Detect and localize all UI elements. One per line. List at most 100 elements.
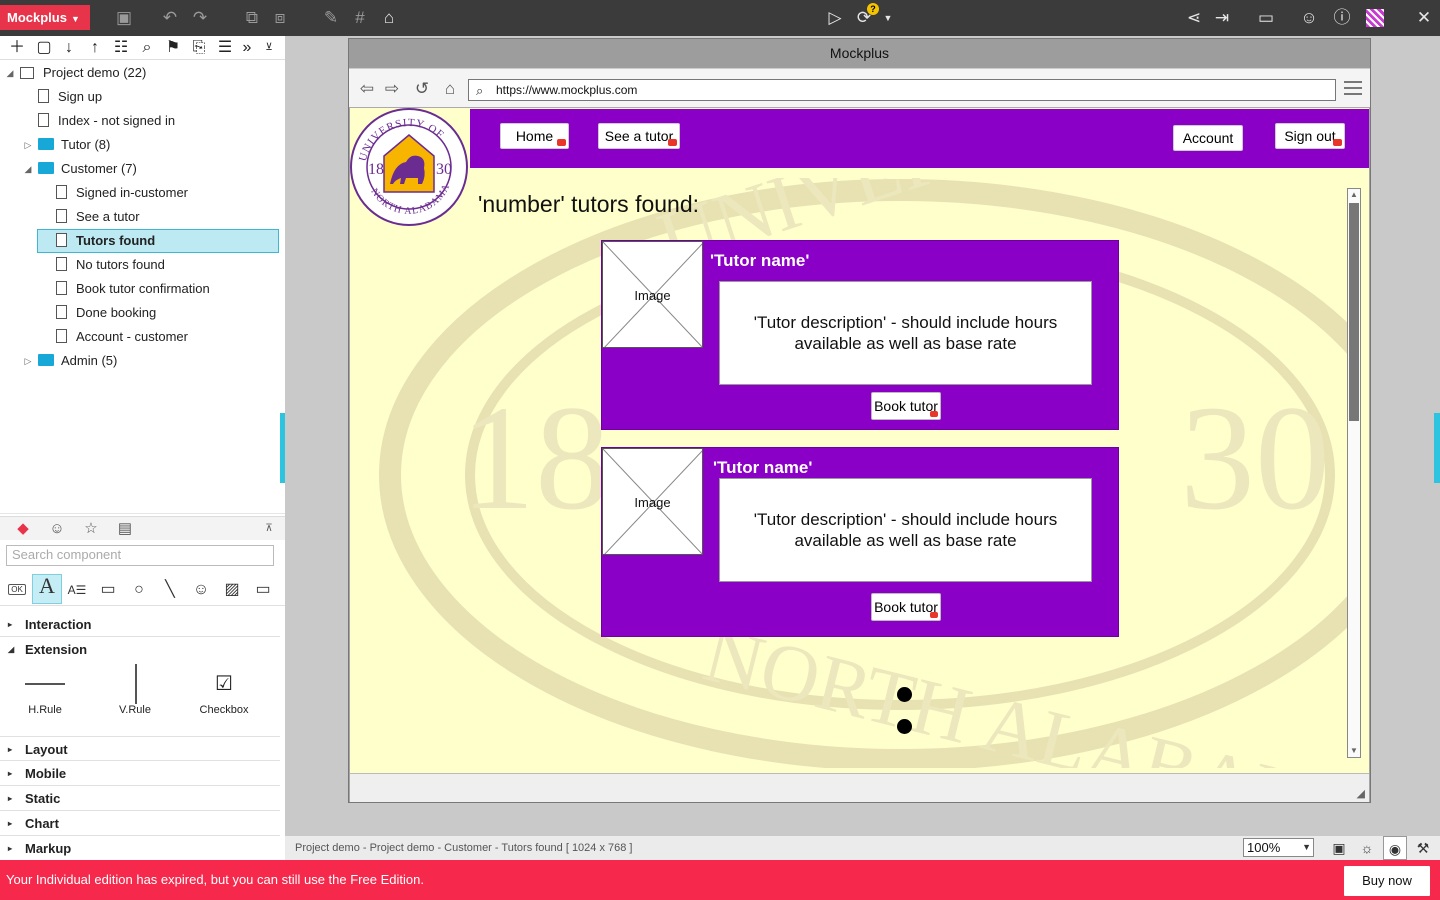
checkbox-component[interactable]: ☑ Checkbox (194, 664, 254, 716)
scroll-up-icon[interactable]: ▲ (1349, 190, 1359, 200)
sign-out-button[interactable]: Sign out (1275, 123, 1345, 149)
tree-item-book-confirm[interactable]: Book tutor confirmation (56, 278, 210, 300)
add-folder-icon[interactable]: ▢ (33, 38, 55, 58)
brightness-icon[interactable]: ☼ (1355, 836, 1379, 860)
user-icon[interactable]: ☺ (1297, 6, 1321, 30)
flag-icon[interactable]: ⚑ (162, 38, 184, 58)
sitemap-icon[interactable]: ☷ (110, 38, 132, 58)
tree-item-sign-up[interactable]: Sign up (38, 86, 102, 108)
see-tutor-button[interactable]: See a tutor (598, 123, 680, 149)
preview-eye-icon[interactable]: ◉ (1383, 836, 1407, 860)
link-flag-icon (1333, 139, 1342, 146)
tree-item-tutor[interactable]: ▷ Tutor (8) (25, 134, 111, 156)
component-search-input[interactable]: Search component (6, 545, 274, 566)
forward-icon[interactable]: ⇨ (382, 79, 402, 99)
button-shape-icon[interactable]: OK (4, 578, 30, 602)
help-icon[interactable]: ⓘ (1330, 6, 1354, 30)
qr-icon[interactable] (1366, 9, 1384, 27)
fill-icon[interactable]: ⌂ (377, 6, 401, 30)
share-icon[interactable]: ⋖ (1182, 6, 1206, 30)
more-icon[interactable]: » (236, 38, 258, 58)
tree-item-account[interactable]: Account - customer (56, 326, 188, 348)
collapsed-arrow-icon[interactable]: ▷ (22, 350, 34, 372)
reload-icon[interactable]: ↺ (412, 79, 432, 99)
paragraph-shape-icon[interactable]: A☰ (64, 578, 90, 602)
move-up-icon[interactable]: ↑ (84, 38, 106, 58)
page-scrollbar[interactable]: ▲ ▼ (1347, 188, 1361, 758)
expiry-banner: Your Individual edition has expired, but… (0, 860, 1440, 900)
expand-arrow-icon[interactable]: ◢ (4, 62, 16, 84)
device-icon[interactable]: ▣ (1327, 836, 1351, 860)
section-markup[interactable]: ▸ Markup (0, 836, 280, 861)
export-icon[interactable]: ⇥ (1210, 6, 1234, 30)
text-shape-icon[interactable]: A (32, 574, 62, 604)
buy-now-button[interactable]: Buy now (1344, 866, 1430, 896)
tree-item-see-tutor[interactable]: See a tutor (56, 206, 140, 228)
search-icon[interactable]: ⌕ (136, 38, 158, 58)
tree-item-tutors-found[interactable]: Tutors found (56, 230, 155, 252)
pagination-dot[interactable] (897, 687, 912, 702)
section-layout[interactable]: ▸ Layout (0, 736, 280, 761)
close-icon[interactable]: ✕ (1412, 6, 1436, 30)
save-icon[interactable]: ▣ (112, 6, 136, 30)
fullscreen-icon[interactable]: ▭ (1254, 6, 1278, 30)
copy-icon[interactable]: ⎘ (188, 38, 210, 58)
scroll-thumb[interactable] (1349, 203, 1359, 421)
move-down-icon[interactable]: ↓ (58, 38, 80, 58)
tree-item-signed-in[interactable]: Signed in-customer (56, 182, 188, 204)
sync-dropdown-icon[interactable]: ▼ (876, 6, 900, 30)
expand-arrow-icon[interactable]: ◢ (22, 158, 34, 180)
format-painter-icon[interactable]: ✎ (319, 6, 343, 30)
ungroup-icon[interactable]: ⧈ (268, 6, 292, 30)
section-extension[interactable]: ◢ Extension (0, 637, 280, 662)
undo-icon[interactable]: ↶ (158, 6, 182, 30)
rectangle-shape-icon[interactable]: ▭ (95, 578, 121, 602)
line-shape-icon[interactable]: ╲ (157, 578, 183, 602)
collapsed-arrow-icon[interactable]: ▷ (22, 134, 34, 156)
right-panel-splitter[interactable] (1434, 413, 1440, 483)
scroll-down-icon[interactable]: ▼ (1349, 746, 1359, 756)
add-page-icon[interactable]: ＋ (6, 38, 28, 58)
section-interaction[interactable]: ▸ Interaction (0, 612, 280, 637)
template-icon[interactable]: ▤ (114, 519, 136, 539)
tree-item-admin[interactable]: ▷ Admin (5) (25, 350, 118, 372)
account-button[interactable]: Account (1173, 125, 1243, 151)
redo-icon[interactable]: ↷ (188, 6, 212, 30)
list-icon[interactable]: ☰ (214, 38, 236, 58)
emoji-shape-icon[interactable]: ☺ (188, 578, 214, 602)
url-field[interactable]: ⌕ https://www.mockplus.com (468, 79, 1336, 101)
hrule-component[interactable]: H.Rule (15, 664, 75, 716)
home-button[interactable]: Home (500, 123, 569, 149)
tree-item-index[interactable]: Index - not signed in (38, 110, 175, 132)
section-static[interactable]: ▸ Static (0, 786, 280, 811)
section-chart[interactable]: ▸ Chart (0, 811, 280, 836)
component-label: Checkbox (199, 704, 249, 716)
section-mobile[interactable]: ▸ Mobile (0, 761, 280, 786)
tree-item-customer[interactable]: ◢ Customer (7) (25, 158, 137, 180)
collapse-up-icon[interactable]: ⊼ (258, 519, 280, 539)
tree-root[interactable]: ◢ Project demo (22) (7, 62, 147, 84)
group-icon[interactable]: ⧉ (240, 6, 264, 30)
back-icon[interactable]: ⇦ (357, 79, 377, 99)
home-icon[interactable]: ⌂ (440, 79, 460, 99)
zoom-select[interactable]: 100% ▼ (1243, 838, 1314, 857)
collapse-icon[interactable]: ⊻ (258, 38, 280, 58)
grid-icon[interactable]: # (348, 6, 372, 30)
emoji-icon[interactable]: ☺ (46, 519, 68, 539)
hamburger-menu-icon[interactable] (1344, 81, 1362, 95)
book-tutor-button[interactable]: Book tutor (871, 392, 941, 420)
tree-item-no-tutors[interactable]: No tutors found (56, 254, 165, 276)
star-icon[interactable]: ☆ (80, 519, 102, 539)
book-tutor-button[interactable]: Book tutor (871, 593, 941, 621)
resize-grip-icon[interactable]: ◢ (1357, 787, 1365, 800)
tools-icon[interactable]: ⚒ (1411, 836, 1435, 860)
brand-menu-button[interactable]: Mockplus ▼ (0, 5, 90, 30)
input-shape-icon[interactable]: ▭ (250, 578, 276, 602)
play-icon[interactable]: ▷ (823, 6, 847, 30)
component-cube-icon[interactable]: ◆ (12, 519, 34, 539)
vrule-component[interactable]: V.Rule (105, 664, 165, 716)
circle-shape-icon[interactable]: ○ (126, 578, 152, 602)
tree-item-done-booking[interactable]: Done booking (56, 302, 156, 324)
pagination-dot[interactable] (897, 719, 912, 734)
image-shape-icon[interactable]: ▨ (219, 578, 245, 602)
